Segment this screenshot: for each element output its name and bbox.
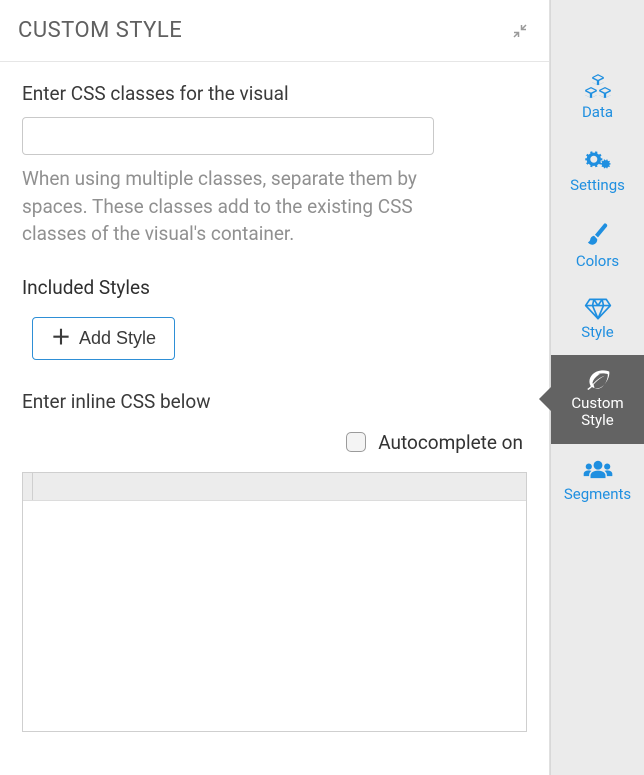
sidebar-item-data[interactable]: Data <box>551 60 644 135</box>
sidebar-item-style[interactable]: Style <box>551 284 644 355</box>
inline-css-label: Enter inline CSS below <box>22 390 527 413</box>
inline-css-editor[interactable] <box>22 472 527 732</box>
autocomplete-label: Autocomplete on <box>378 431 523 454</box>
sidebar-item-colors[interactable]: Colors <box>551 209 644 284</box>
add-style-button[interactable]: ＋ Add Style <box>32 317 175 360</box>
diamond-icon <box>584 298 612 320</box>
right-sidebar: Data Settings Colors Style <box>550 0 644 775</box>
css-classes-label: Enter CSS classes for the visual <box>22 82 527 105</box>
code-editor-body[interactable] <box>23 501 526 731</box>
custom-style-panel: CUSTOM STYLE Enter CSS classes for the v… <box>0 0 550 775</box>
panel-body: Enter CSS classes for the visual When us… <box>0 62 549 752</box>
code-gutter <box>23 473 33 500</box>
collapse-icon[interactable] <box>511 22 529 40</box>
leaf-icon <box>585 369 611 391</box>
panel-header: CUSTOM STYLE <box>0 0 549 62</box>
sidebar-item-label: Style <box>581 324 614 341</box>
sidebar-item-label: Data <box>582 104 613 121</box>
sidebar-item-label: Segments <box>564 486 631 503</box>
code-editor-header <box>23 473 526 501</box>
sidebar-item-settings[interactable]: Settings <box>551 135 644 208</box>
brush-icon <box>586 223 610 249</box>
autocomplete-row: Autocomplete on <box>22 431 527 454</box>
sidebar-item-custom-style[interactable]: Custom Style <box>551 355 644 444</box>
sidebar-item-label: Colors <box>576 253 619 270</box>
sidebar-item-label: Settings <box>570 177 625 194</box>
cubes-icon <box>584 74 612 100</box>
users-icon <box>583 458 613 482</box>
panel-title: CUSTOM STYLE <box>18 18 182 43</box>
add-style-label: Add Style <box>79 328 156 349</box>
gears-icon <box>584 149 612 173</box>
sidebar-item-label: Custom Style <box>571 395 623 430</box>
css-classes-input[interactable] <box>22 117 434 155</box>
plus-icon: ＋ <box>51 328 71 348</box>
sidebar-item-segments[interactable]: Segments <box>551 444 644 517</box>
autocomplete-checkbox[interactable] <box>346 432 366 452</box>
included-styles-label: Included Styles <box>22 276 527 299</box>
css-classes-help: When using multiple classes, separate th… <box>22 165 472 248</box>
